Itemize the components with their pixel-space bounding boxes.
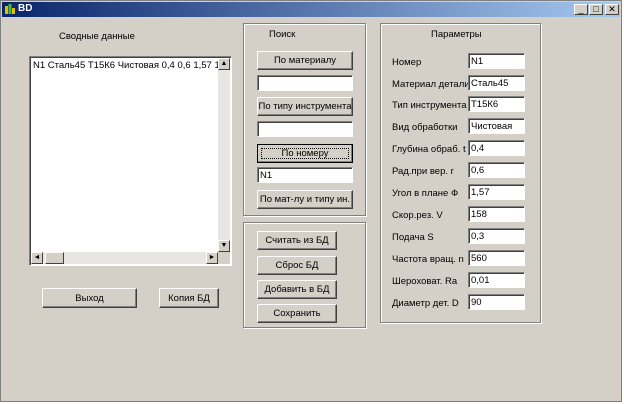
scroll-up-icon[interactable]: ▲ bbox=[218, 58, 230, 70]
param-tool-type-input[interactable] bbox=[468, 96, 525, 112]
scroll-right-icon[interactable]: ► bbox=[206, 252, 218, 264]
param-label: Вид обработки bbox=[392, 122, 458, 133]
minimize-button[interactable]: _ bbox=[574, 4, 588, 15]
params-title: Параметры bbox=[431, 29, 482, 40]
read-from-db-button[interactable]: Считать из БД bbox=[257, 231, 337, 250]
param-label: Материал детали bbox=[392, 79, 470, 90]
tool-type-search-input[interactable] bbox=[257, 121, 353, 137]
material-search-input[interactable] bbox=[257, 75, 353, 91]
scroll-down-icon[interactable]: ▼ bbox=[218, 240, 230, 252]
search-by-material-and-tool-button[interactable]: По мат-лу и типу ин. bbox=[257, 190, 353, 209]
app-icon bbox=[5, 4, 15, 14]
maximize-button[interactable]: □ bbox=[589, 4, 603, 15]
param-label: Шероховат. Ra bbox=[392, 276, 458, 287]
param-label: Глубина обраб. t bbox=[392, 144, 466, 155]
param-cutting-speed-input[interactable] bbox=[468, 206, 525, 222]
copy-db-button[interactable]: Копия БД bbox=[159, 288, 219, 308]
save-button[interactable]: Сохранить bbox=[257, 304, 337, 323]
param-feed-input[interactable] bbox=[468, 228, 525, 244]
search-title: Поиск bbox=[269, 29, 296, 40]
param-diameter-input[interactable] bbox=[468, 294, 525, 310]
window-title: BD bbox=[18, 3, 33, 14]
scroll-left-icon[interactable]: ◄ bbox=[31, 252, 43, 264]
scroll-corner bbox=[218, 252, 230, 264]
param-label: Подача S bbox=[392, 232, 434, 243]
param-label: Скор.рез. V bbox=[392, 210, 443, 221]
param-roughness-input[interactable] bbox=[468, 272, 525, 288]
search-by-tool-type-button[interactable]: По типу инструмента bbox=[257, 97, 353, 116]
param-material-input[interactable] bbox=[468, 75, 525, 91]
search-by-material-button[interactable]: По материалу bbox=[257, 51, 353, 70]
reset-db-button[interactable]: Сброс БД bbox=[257, 256, 337, 275]
close-button[interactable]: ✕ bbox=[605, 4, 619, 15]
param-tip-radius-input[interactable] bbox=[468, 162, 525, 178]
exit-button[interactable]: Выход bbox=[42, 288, 137, 308]
param-label: Тип инструмента bbox=[392, 100, 467, 111]
param-rotation-freq-input[interactable] bbox=[468, 250, 525, 266]
scroll-thumb[interactable] bbox=[45, 252, 64, 264]
list-item[interactable]: N1 Сталь45 Т15К6 Чистовая 0,4 0,6 1,57 1… bbox=[33, 60, 219, 73]
param-depth-input[interactable] bbox=[468, 140, 525, 156]
param-label: Частота вращ. n bbox=[392, 254, 464, 265]
param-label: Номер bbox=[392, 57, 422, 68]
param-label: Диаметр дет. D bbox=[392, 298, 459, 309]
add-to-db-button[interactable]: Добавить в БД bbox=[257, 280, 337, 299]
param-label: Рад.при вер. r bbox=[392, 166, 454, 177]
param-number-input[interactable] bbox=[468, 53, 525, 69]
summary-listbox[interactable]: N1 Сталь45 Т15К6 Чистовая 0,4 0,6 1,57 1… bbox=[29, 56, 232, 266]
search-by-number-button[interactable]: По номеру bbox=[257, 144, 353, 163]
param-plan-angle-input[interactable] bbox=[468, 184, 525, 200]
summary-title: Сводные данные bbox=[59, 31, 135, 42]
number-search-input[interactable] bbox=[257, 167, 353, 183]
param-machining-type-input[interactable] bbox=[468, 118, 525, 134]
title-bar[interactable]: BD _ □ ✕ bbox=[2, 2, 620, 17]
horizontal-scrollbar[interactable]: ◄ ► bbox=[31, 252, 218, 264]
app-window: BD _ □ ✕ Сводные данные N1 Сталь45 Т15К6… bbox=[0, 0, 622, 402]
vertical-scrollbar[interactable]: ▲ ▼ bbox=[218, 58, 230, 252]
param-label: Угол в плане Ф bbox=[392, 188, 459, 199]
